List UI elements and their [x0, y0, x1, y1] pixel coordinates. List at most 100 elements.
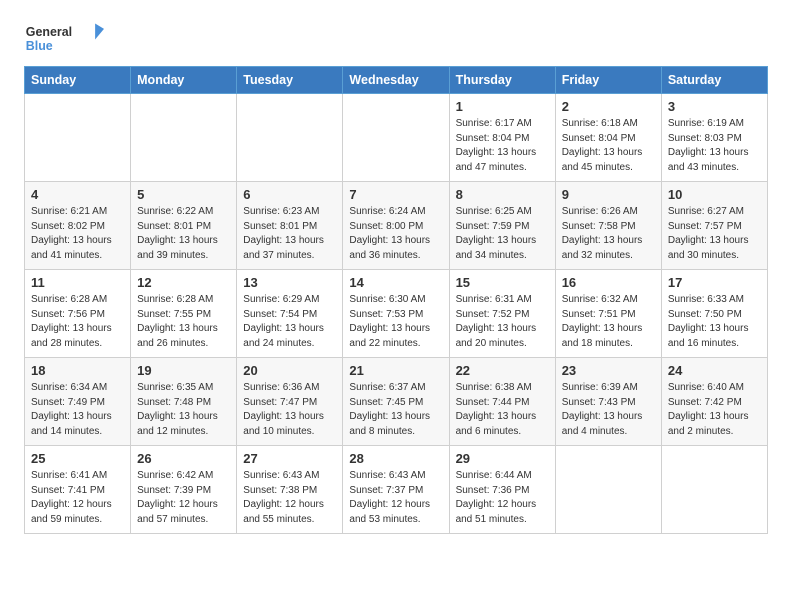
day-number: 5	[137, 187, 230, 202]
cell-content: Sunrise: 6:36 AMSunset: 7:47 PMDaylight:…	[243, 381, 336, 439]
cell-content: Sunrise: 6:27 AMSunset: 7:57 PMDaylight:…	[668, 205, 761, 263]
day-cell	[555, 446, 661, 534]
week-row-1: 1Sunrise: 6:17 AMSunset: 8:04 PMDaylight…	[25, 94, 768, 182]
day-number: 12	[137, 275, 230, 290]
day-number: 21	[349, 363, 442, 378]
day-number: 25	[31, 451, 124, 466]
day-number: 4	[31, 187, 124, 202]
day-cell: 4 Sunrise: 6:21 AMSunset: 8:02 PMDaylight…	[25, 182, 131, 270]
cell-content: Sunrise: 6:22 AMSunset: 8:01 PMDaylight:…	[137, 205, 230, 263]
day-number: 23	[562, 363, 655, 378]
cell-content: Sunrise: 6:35 AMSunset: 7:48 PMDaylight:…	[137, 381, 230, 439]
day-cell: 21 Sunrise: 6:37 AMSunset: 7:45 PMDayligh…	[343, 358, 449, 446]
day-cell: 16Sunrise: 6:32 AMSunset: 7:51 PMDayligh…	[555, 270, 661, 358]
cell-content: Sunrise: 6:34 AMSunset: 7:49 PMDaylight:…	[31, 381, 124, 439]
cell-content: Sunrise: 6:37 AMSunset: 7:45 PMDaylight:…	[349, 381, 442, 439]
cell-content: Sunrise: 6:40 AMSunset: 7:42 PMDaylight:…	[668, 381, 761, 439]
day-cell: 24 Sunrise: 6:40 AMSunset: 7:42 PMDayligh…	[661, 358, 767, 446]
day-cell: 22Sunrise: 6:38 AMSunset: 7:44 PMDayligh…	[449, 358, 555, 446]
day-cell	[131, 94, 237, 182]
day-cell: 20 Sunrise: 6:36 AMSunset: 7:47 PMDayligh…	[237, 358, 343, 446]
day-number: 13	[243, 275, 336, 290]
day-cell: 2Sunrise: 6:18 AMSunset: 8:04 PMDaylight…	[555, 94, 661, 182]
day-cell: 29 Sunrise: 6:44 AMSunset: 7:36 PMDayligh…	[449, 446, 555, 534]
day-cell: 10 Sunrise: 6:27 AMSunset: 7:57 PMDayligh…	[661, 182, 767, 270]
week-row-4: 18 Sunrise: 6:34 AMSunset: 7:49 PMDayligh…	[25, 358, 768, 446]
day-number: 29	[456, 451, 549, 466]
day-cell: 11 Sunrise: 6:28 AMSunset: 7:56 PMDayligh…	[25, 270, 131, 358]
day-number: 11	[31, 275, 124, 290]
day-number: 24	[668, 363, 761, 378]
day-cell: 1Sunrise: 6:17 AMSunset: 8:04 PMDaylight…	[449, 94, 555, 182]
cell-content: Sunrise: 6:18 AMSunset: 8:04 PMDaylight:…	[562, 117, 655, 175]
day-cell: 14Sunrise: 6:30 AMSunset: 7:53 PMDayligh…	[343, 270, 449, 358]
svg-text:General: General	[26, 25, 72, 39]
cell-content: Sunrise: 6:24 AMSunset: 8:00 PMDaylight:…	[349, 205, 442, 263]
day-number: 3	[668, 99, 761, 114]
cell-content: Sunrise: 6:21 AMSunset: 8:02 PMDaylight:…	[31, 205, 124, 263]
day-number: 10	[668, 187, 761, 202]
cell-content: Sunrise: 6:33 AMSunset: 7:50 PMDaylight:…	[668, 293, 761, 351]
day-cell: 19 Sunrise: 6:35 AMSunset: 7:48 PMDayligh…	[131, 358, 237, 446]
day-cell: 7 Sunrise: 6:24 AMSunset: 8:00 PMDaylight…	[343, 182, 449, 270]
week-row-2: 4 Sunrise: 6:21 AMSunset: 8:02 PMDaylight…	[25, 182, 768, 270]
day-cell: 5 Sunrise: 6:22 AMSunset: 8:01 PMDaylight…	[131, 182, 237, 270]
day-cell: 9 Sunrise: 6:26 AMSunset: 7:58 PMDaylight…	[555, 182, 661, 270]
cell-content: Sunrise: 6:25 AMSunset: 7:59 PMDaylight:…	[456, 205, 549, 263]
logo-svg: General Blue	[24, 20, 104, 60]
cell-content: Sunrise: 6:41 AMSunset: 7:41 PMDaylight:…	[31, 469, 124, 527]
cell-content: Sunrise: 6:28 AMSunset: 7:55 PMDaylight:…	[137, 293, 230, 351]
day-cell: 15 Sunrise: 6:31 AMSunset: 7:52 PMDayligh…	[449, 270, 555, 358]
day-cell: 25 Sunrise: 6:41 AMSunset: 7:41 PMDayligh…	[25, 446, 131, 534]
day-cell: 26 Sunrise: 6:42 AMSunset: 7:39 PMDayligh…	[131, 446, 237, 534]
header-cell-wednesday: Wednesday	[343, 67, 449, 94]
cell-content: Sunrise: 6:39 AMSunset: 7:43 PMDaylight:…	[562, 381, 655, 439]
header-cell-thursday: Thursday	[449, 67, 555, 94]
header-cell-sunday: Sunday	[25, 67, 131, 94]
day-cell	[237, 94, 343, 182]
day-cell: 23 Sunrise: 6:39 AMSunset: 7:43 PMDayligh…	[555, 358, 661, 446]
day-number: 8	[456, 187, 549, 202]
cell-content: Sunrise: 6:26 AMSunset: 7:58 PMDaylight:…	[562, 205, 655, 263]
week-row-3: 11 Sunrise: 6:28 AMSunset: 7:56 PMDayligh…	[25, 270, 768, 358]
cell-content: Sunrise: 6:31 AMSunset: 7:52 PMDaylight:…	[456, 293, 549, 351]
day-cell	[25, 94, 131, 182]
cell-content: Sunrise: 6:43 AMSunset: 7:37 PMDaylight:…	[349, 469, 442, 527]
header: General Blue	[24, 20, 768, 60]
day-cell: 17 Sunrise: 6:33 AMSunset: 7:50 PMDayligh…	[661, 270, 767, 358]
svg-text:Blue: Blue	[26, 39, 53, 53]
cell-content: Sunrise: 6:29 AMSunset: 7:54 PMDaylight:…	[243, 293, 336, 351]
header-cell-tuesday: Tuesday	[237, 67, 343, 94]
day-cell: 3 Sunrise: 6:19 AMSunset: 8:03 PMDaylight…	[661, 94, 767, 182]
day-cell: 28 Sunrise: 6:43 AMSunset: 7:37 PMDayligh…	[343, 446, 449, 534]
day-number: 27	[243, 451, 336, 466]
cell-content: Sunrise: 6:28 AMSunset: 7:56 PMDaylight:…	[31, 293, 124, 351]
cell-content: Sunrise: 6:17 AMSunset: 8:04 PMDaylight:…	[456, 117, 549, 175]
header-cell-monday: Monday	[131, 67, 237, 94]
day-cell: 27 Sunrise: 6:43 AMSunset: 7:38 PMDayligh…	[237, 446, 343, 534]
header-cell-saturday: Saturday	[661, 67, 767, 94]
cell-content: Sunrise: 6:32 AMSunset: 7:51 PMDaylight:…	[562, 293, 655, 351]
cell-content: Sunrise: 6:23 AMSunset: 8:01 PMDaylight:…	[243, 205, 336, 263]
day-cell: 18 Sunrise: 6:34 AMSunset: 7:49 PMDayligh…	[25, 358, 131, 446]
header-row: SundayMondayTuesdayWednesdayThursdayFrid…	[25, 67, 768, 94]
cell-content: Sunrise: 6:43 AMSunset: 7:38 PMDaylight:…	[243, 469, 336, 527]
day-number: 7	[349, 187, 442, 202]
day-number: 19	[137, 363, 230, 378]
day-number: 17	[668, 275, 761, 290]
day-number: 18	[31, 363, 124, 378]
cell-content: Sunrise: 6:44 AMSunset: 7:36 PMDaylight:…	[456, 469, 549, 527]
day-cell: 6Sunrise: 6:23 AMSunset: 8:01 PMDaylight…	[237, 182, 343, 270]
day-cell: 12 Sunrise: 6:28 AMSunset: 7:55 PMDayligh…	[131, 270, 237, 358]
day-number: 9	[562, 187, 655, 202]
day-number: 20	[243, 363, 336, 378]
day-cell: 13 Sunrise: 6:29 AMSunset: 7:54 PMDayligh…	[237, 270, 343, 358]
day-number: 28	[349, 451, 442, 466]
week-row-5: 25 Sunrise: 6:41 AMSunset: 7:41 PMDayligh…	[25, 446, 768, 534]
cell-content: Sunrise: 6:42 AMSunset: 7:39 PMDaylight:…	[137, 469, 230, 527]
day-cell	[343, 94, 449, 182]
day-number: 15	[456, 275, 549, 290]
day-number: 26	[137, 451, 230, 466]
cell-content: Sunrise: 6:19 AMSunset: 8:03 PMDaylight:…	[668, 117, 761, 175]
day-number: 22	[456, 363, 549, 378]
